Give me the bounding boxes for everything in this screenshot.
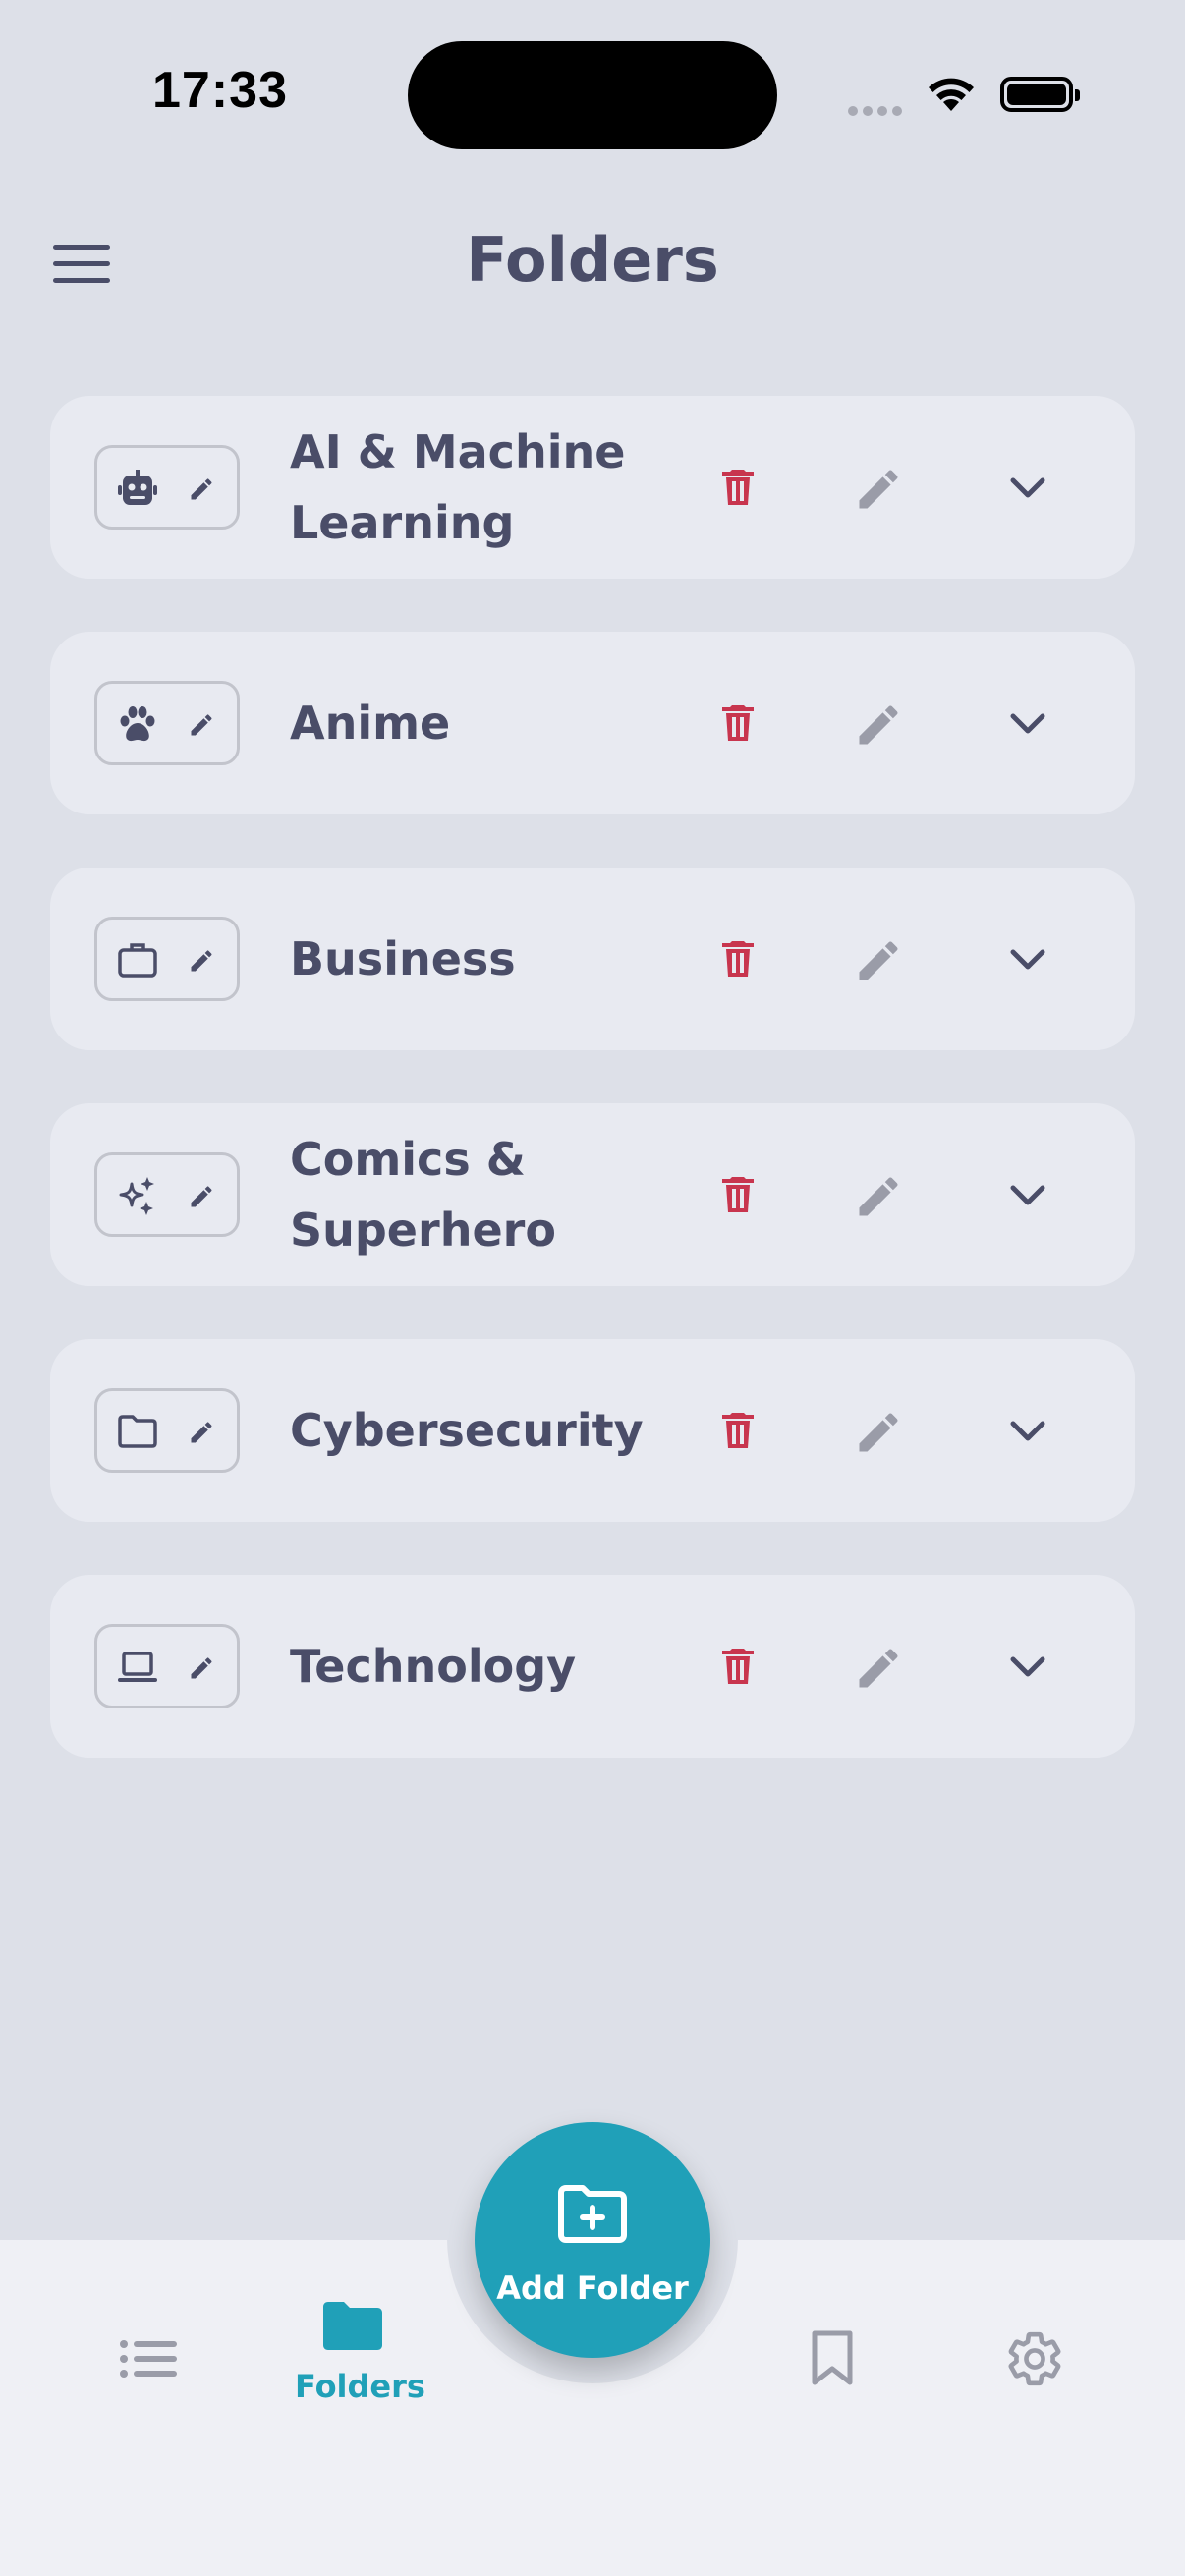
page-title: Folders [466, 224, 719, 296]
gear-icon[interactable] [1004, 2328, 1065, 2389]
folder-row[interactable]: Anime [50, 632, 1135, 814]
cellular-signal-icon [848, 101, 907, 120]
trash-icon[interactable] [714, 464, 762, 511]
chevron-down-icon[interactable] [1005, 940, 1050, 980]
folder-row[interactable]: Cybersecurity [50, 1339, 1135, 1522]
folder-name: Comics & Superhero [290, 1133, 556, 1257]
folder-icon [323, 2302, 382, 2350]
trash-icon[interactable] [714, 935, 762, 982]
trash-icon[interactable] [714, 1407, 762, 1454]
folder-icon-edit-button[interactable] [94, 681, 240, 765]
folder-outline-icon [118, 1415, 157, 1448]
folder-plus-icon [558, 2185, 627, 2243]
folder-icon-edit-button[interactable] [94, 1388, 240, 1473]
folder-row[interactable]: Comics & Superhero [50, 1103, 1135, 1286]
folder-name: AI & Machine Learning [290, 425, 626, 549]
wifi-icon [929, 78, 974, 111]
pencil-icon [191, 1186, 212, 1207]
trash-icon[interactable] [714, 1171, 762, 1218]
folder-icon-edit-button[interactable] [94, 445, 240, 530]
pencil-icon[interactable] [853, 464, 904, 515]
folder-row[interactable]: Technology [50, 1575, 1135, 1758]
bookmark-icon[interactable] [811, 2329, 854, 2386]
chevron-down-icon[interactable] [1005, 704, 1050, 744]
nav-item-folders[interactable]: Folders [295, 2299, 425, 2405]
chevron-down-icon[interactable] [1005, 1648, 1050, 1687]
robot-icon [118, 470, 157, 505]
pencil-icon [191, 950, 212, 972]
paw-icon [120, 706, 155, 742]
folder-icon-edit-button[interactable] [94, 917, 240, 1001]
folder-name: Technology [290, 1640, 577, 1693]
folder-name: Anime [290, 697, 451, 750]
pencil-icon[interactable] [853, 700, 904, 751]
folder-list: AI & Machine Learning Anime Business Com… [50, 396, 1135, 1811]
pencil-icon [191, 714, 212, 736]
pencil-icon [191, 478, 212, 500]
add-folder-button[interactable]: Add Folder [475, 2122, 710, 2358]
folder-name: Business [290, 932, 516, 985]
pencil-icon[interactable] [853, 1171, 904, 1222]
trash-icon[interactable] [714, 700, 762, 747]
briefcase-icon [118, 943, 157, 978]
battery-icon [1000, 77, 1080, 112]
list-icon[interactable] [120, 2340, 177, 2378]
folder-name: Cybersecurity [290, 1404, 644, 1457]
chevron-down-icon[interactable] [1005, 1176, 1050, 1215]
add-folder-label: Add Folder [496, 2269, 689, 2307]
nav-folders-label: Folders [295, 2368, 425, 2405]
chevron-down-icon[interactable] [1005, 1412, 1050, 1451]
pencil-icon [191, 1422, 212, 1443]
trash-icon[interactable] [714, 1643, 762, 1690]
chevron-down-icon[interactable] [1005, 469, 1050, 508]
folder-icon-edit-button[interactable] [94, 1624, 240, 1708]
dynamic-island [408, 41, 777, 149]
pencil-icon[interactable] [853, 935, 904, 986]
status-time: 17:33 [152, 62, 288, 119]
pencil-icon[interactable] [853, 1407, 904, 1458]
folder-row[interactable]: AI & Machine Learning [50, 396, 1135, 579]
folder-icon-edit-button[interactable] [94, 1152, 240, 1237]
laptop-icon [118, 1652, 157, 1682]
sparkles-icon [119, 1177, 154, 1215]
pencil-icon [191, 1657, 212, 1679]
folder-row[interactable]: Business [50, 868, 1135, 1050]
pencil-icon[interactable] [853, 1643, 904, 1694]
